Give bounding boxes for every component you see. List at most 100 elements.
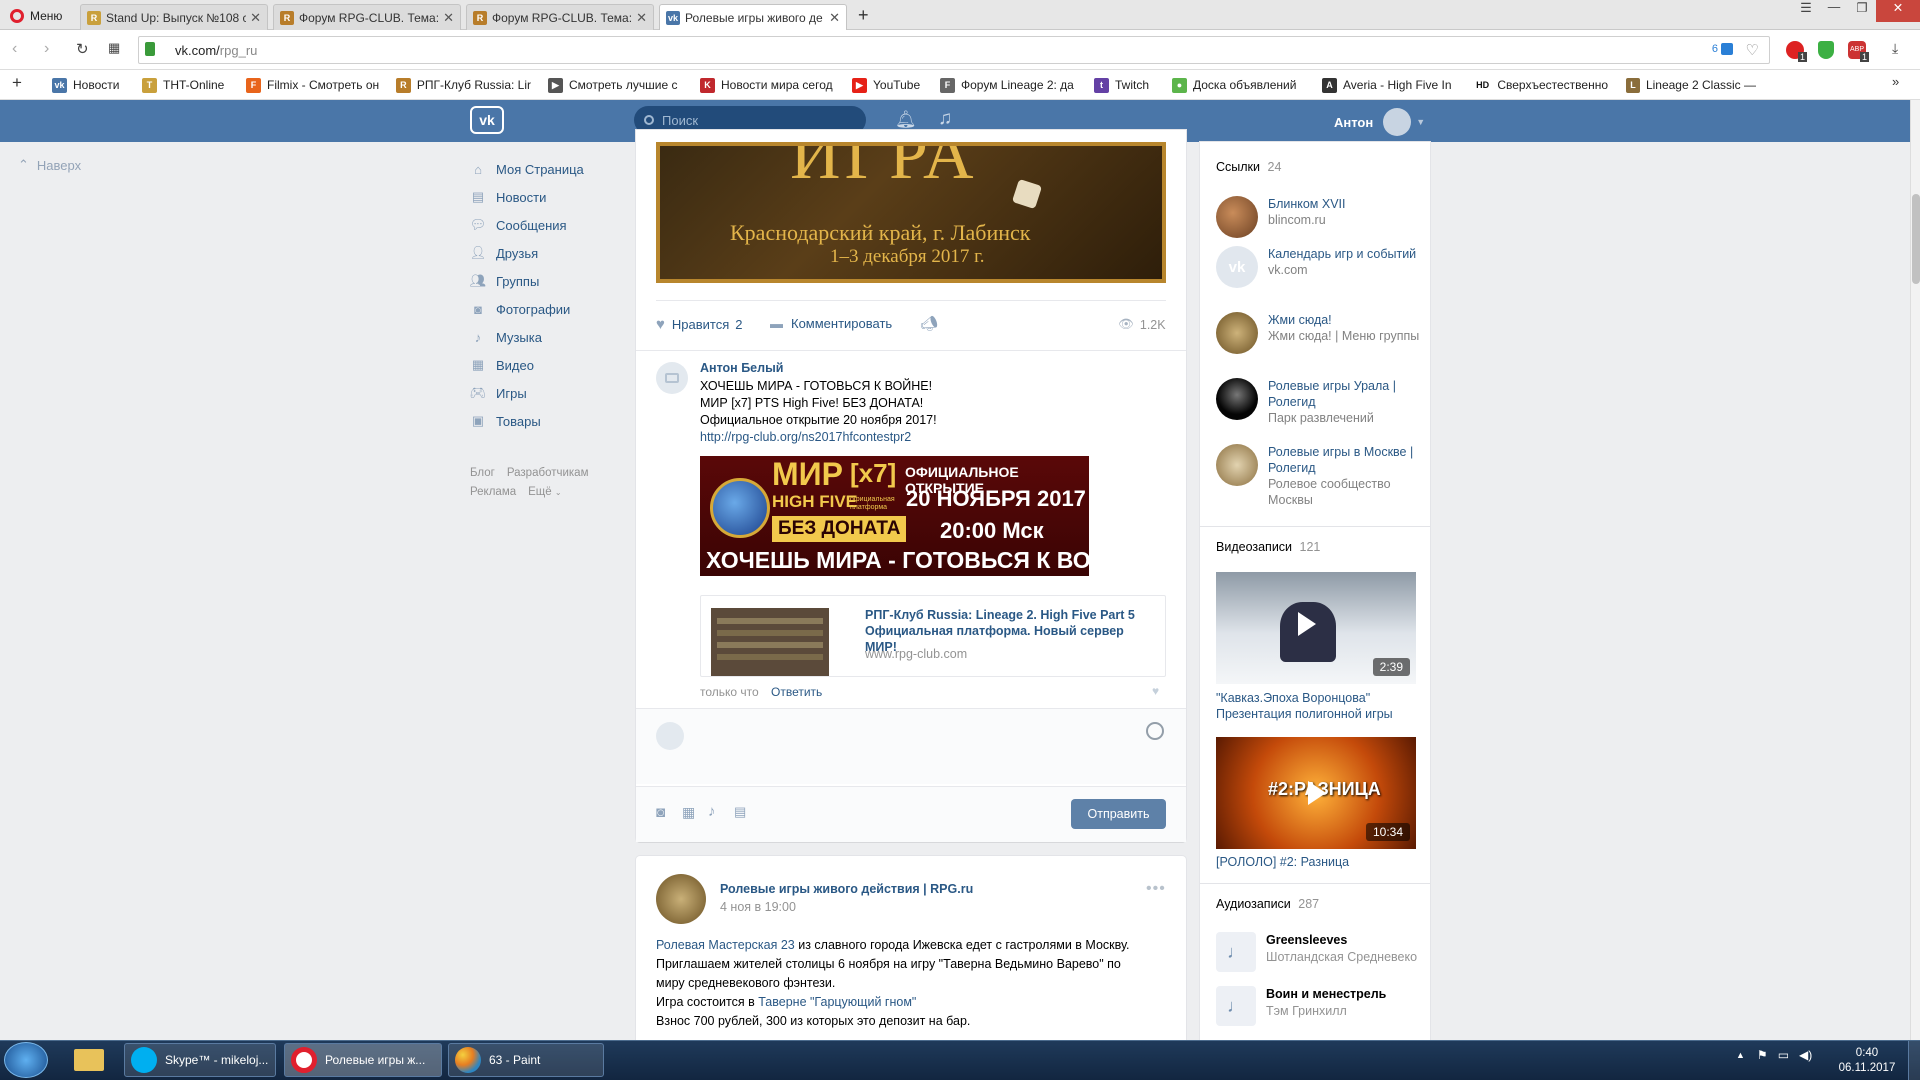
download-icon[interactable]: ⤓: [1892, 40, 1898, 57]
post-image-banner[interactable]: ИГРА Краснодарский край, г. Лабинск 1–3 …: [656, 142, 1166, 283]
attach-document-icon[interactable]: ▤: [734, 804, 746, 820]
nav-my-page[interactable]: ⌂ Моя Страница: [470, 157, 584, 181]
browser-tab[interactable]: R Форум RPG-CLUB. Тема: I ✕: [273, 4, 461, 30]
add-bookmark-button[interactable]: +: [12, 73, 22, 93]
bookmark-item[interactable]: ● Доска объявлений: [1172, 76, 1302, 94]
link-item[interactable]: Ролевые игры в Москве | Ролегид Ролевое …: [1216, 444, 1424, 508]
attach-photo-icon[interactable]: ◙: [656, 804, 665, 821]
link-item[interactable]: Жми сюда! Жми сюда! | Меню группы: [1216, 312, 1424, 354]
minimize-icon[interactable]: —: [1820, 0, 1848, 22]
comment-avatar[interactable]: [656, 362, 688, 394]
music-note-icon[interactable]: ♫: [938, 108, 952, 130]
link-snippet[interactable]: РПГ-Клуб Russia: Lineage 2. High Five Pa…: [700, 595, 1166, 677]
close-window-icon[interactable]: ✕: [1876, 0, 1920, 22]
footer-link-blog[interactable]: Блог: [470, 467, 495, 479]
nav-groups[interactable]: 👥︎ Группы: [470, 269, 540, 293]
post-date[interactable]: 4 ноя в 19:00: [720, 900, 796, 914]
extension-shield-icon[interactable]: [1818, 41, 1834, 59]
post-link[interactable]: Таверне "Гарцующий гном": [758, 995, 916, 1009]
taskbar-clock[interactable]: 0:40 06.11.2017: [1832, 1046, 1902, 1076]
bookmark-item[interactable]: HD Сверхъестественно: [1474, 76, 1608, 94]
nav-messages[interactable]: 💬︎ Сообщения: [470, 213, 567, 237]
footer-link-ads[interactable]: Реклама: [470, 486, 516, 498]
link-item[interactable]: vk Календарь игр и событий vk.com: [1216, 246, 1424, 288]
bookmark-item[interactable]: ▶ Смотреть лучшие с: [548, 76, 680, 94]
comment-link[interactable]: http://rpg-club.org/ns2017hfcontestpr2: [700, 429, 937, 446]
comment-like-heart-icon[interactable]: ♥: [1152, 684, 1159, 698]
audio-item[interactable]: ♩ Воин и менестрель Тэм Гринхилл: [1216, 986, 1422, 1026]
nav-friends[interactable]: 👤︎ Друзья: [470, 241, 538, 265]
volume-icon[interactable]: ◀︎): [1799, 1048, 1812, 1062]
tab-close-icon[interactable]: ✕: [636, 10, 647, 26]
tab-close-icon[interactable]: ✕: [250, 10, 261, 26]
nav-video[interactable]: ▦ Видео: [470, 353, 534, 377]
post-link[interactable]: Ролевая Мастерская 23: [656, 938, 795, 952]
post-author[interactable]: Ролевые игры живого действия | RPG.ru: [720, 882, 973, 896]
group-avatar[interactable]: [656, 874, 706, 924]
scrollbar-thumb[interactable]: [1912, 194, 1920, 284]
bookmark-item[interactable]: F Форум Lineage 2: да: [940, 76, 1076, 94]
taskbar-item-paint[interactable]: 63 - Paint: [448, 1043, 604, 1077]
video-title[interactable]: [РОЛОЛО] #2: Разница: [1216, 855, 1420, 869]
nav-music[interactable]: ♪ Музыка: [470, 325, 542, 349]
bookmark-item[interactable]: K Новости мира сегод: [700, 76, 836, 94]
link-item[interactable]: Блинком XVII blincom.ru: [1216, 196, 1424, 238]
explorer-folder-icon[interactable]: [64, 1043, 114, 1077]
audio-play-icon[interactable]: ♩: [1216, 986, 1256, 1026]
flag-icon[interactable]: ⚑: [1757, 1048, 1768, 1062]
taskbar-item-opera[interactable]: Ролевые игры ж...: [284, 1043, 442, 1077]
new-tab-button[interactable]: +: [858, 5, 869, 26]
nav-news[interactable]: ▤ Новости: [470, 185, 546, 209]
url-field[interactable]: vk.com/rpg_ru 6 ♡: [138, 36, 1770, 64]
browser-tab-active[interactable]: vk Ролевые игры живого де ✕: [659, 4, 847, 30]
tab-close-icon[interactable]: ✕: [443, 10, 454, 26]
composer-input[interactable]: [694, 718, 1134, 754]
like-button[interactable]: ♥ Нравится 2: [656, 316, 743, 333]
start-button[interactable]: [4, 1042, 48, 1078]
bookmark-heart-icon[interactable]: ♡: [1746, 41, 1759, 59]
bookmarks-overflow-icon[interactable]: »: [1892, 74, 1899, 89]
tray-expand-icon[interactable]: ▲: [1736, 1050, 1745, 1060]
attach-video-icon[interactable]: ▦: [682, 804, 695, 821]
opera-menu-button[interactable]: Меню: [4, 5, 62, 27]
video-thumbnail[interactable]: #2:РАЗНИЦА 10:34: [1216, 737, 1416, 849]
attach-audio-icon[interactable]: ♪: [708, 803, 716, 820]
footer-link-developers[interactable]: Разработчикам: [507, 467, 589, 479]
network-icon[interactable]: ▭: [1778, 1048, 1789, 1062]
tab-close-icon[interactable]: ✕: [829, 10, 840, 26]
back-button[interactable]: ‹: [12, 40, 17, 58]
vk-logo[interactable]: vk: [470, 106, 504, 134]
browser-tab[interactable]: R Форум RPG-CLUB. Тема: I ✕: [466, 4, 654, 30]
post-options-icon[interactable]: •••: [1146, 880, 1166, 898]
page-scrollbar[interactable]: [1910, 100, 1920, 1040]
video-title[interactable]: "Кавказ.Эпоха Воронцова" Презентация пол…: [1216, 690, 1420, 722]
bookmark-item[interactable]: ▶ YouTube: [852, 76, 920, 94]
bookmark-item[interactable]: R РПГ-Клуб Russia: Lir: [396, 76, 531, 94]
adblock-badge[interactable]: 6: [1712, 43, 1733, 56]
nav-photos[interactable]: ◙ Фотографии: [470, 297, 570, 321]
bookmark-item[interactable]: vk Новости: [52, 76, 119, 94]
links-block-header[interactable]: Ссылки 24: [1216, 160, 1281, 174]
videos-block-header[interactable]: Видеозаписи 121: [1216, 540, 1320, 554]
back-to-top-link[interactable]: ⌃ Наверх: [18, 157, 81, 173]
taskbar-item-skype[interactable]: Skype™ - mikeloj...: [124, 1043, 276, 1077]
comment-image-banner[interactable]: МИР [x7] ОФИЦИАЛЬНОЕ ОТКРЫТИЕ HIGH FIVE …: [700, 456, 1089, 576]
bookmark-item[interactable]: t Twitch: [1094, 76, 1149, 94]
comment-button[interactable]: ▬ Комментировать: [770, 316, 892, 331]
bookmark-item[interactable]: A Averia - High Five In: [1322, 76, 1456, 94]
audio-item[interactable]: ♩ Greensleeves Шотландская Средневеко: [1216, 932, 1422, 972]
forward-button[interactable]: ›: [44, 40, 49, 58]
show-desktop-button[interactable]: [1908, 1041, 1920, 1080]
speed-dial-icon[interactable]: ▦: [108, 40, 120, 56]
send-button[interactable]: Отправить: [1071, 799, 1166, 829]
bookmark-item[interactable]: T THT-Online: [142, 76, 224, 94]
stash-icon[interactable]: ☰: [1792, 0, 1820, 22]
video-thumbnail[interactable]: 2:39: [1216, 572, 1416, 684]
user-menu[interactable]: Антон ▼: [1334, 108, 1425, 136]
emoji-smile-icon[interactable]: [1146, 722, 1164, 740]
audio-block-header[interactable]: Аудиозаписи 287: [1216, 897, 1319, 911]
browser-tab[interactable]: R Stand Up: Выпуск №108 с ✕: [80, 4, 268, 30]
bookmark-item[interactable]: L Lineage 2 Classic —: [1626, 76, 1756, 94]
comment-author[interactable]: Антон Белый: [700, 361, 783, 375]
link-item[interactable]: Ролевые игры Урала | Ролегид Парк развле…: [1216, 378, 1424, 426]
